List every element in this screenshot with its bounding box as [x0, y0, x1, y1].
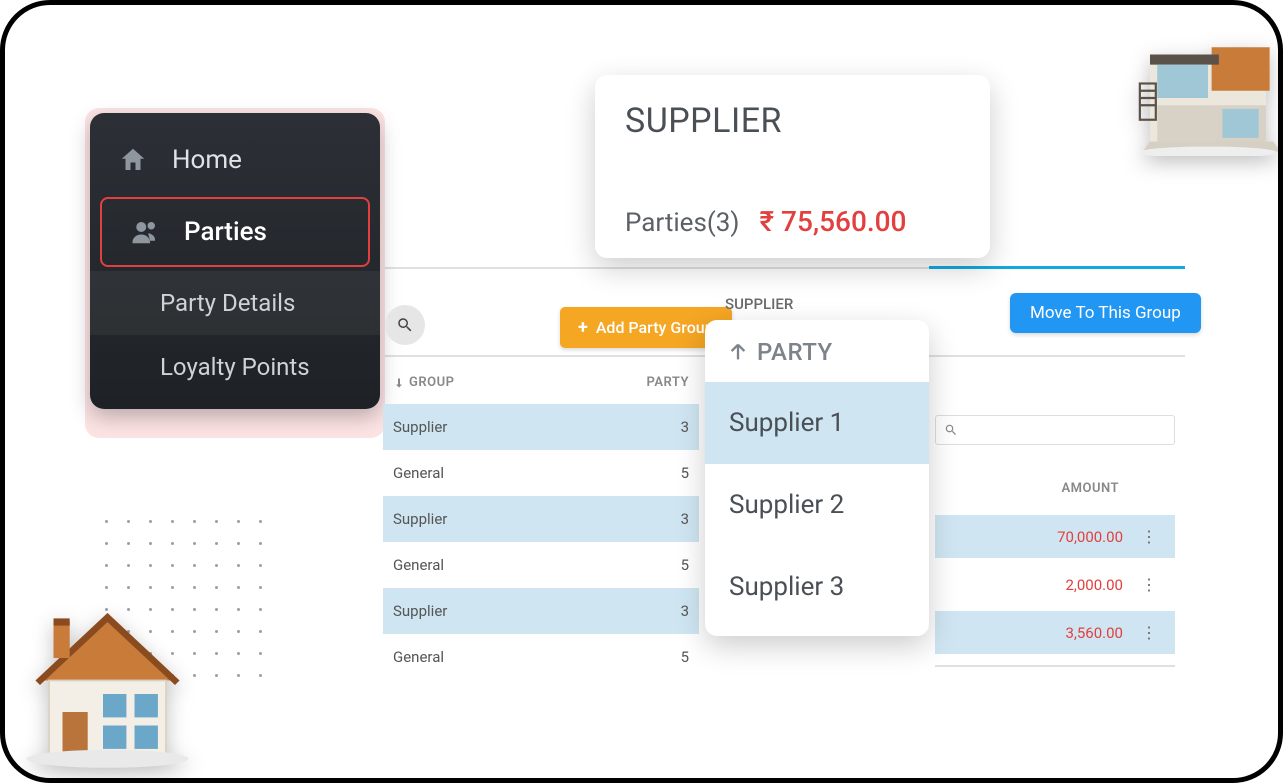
sidebar-sub-party-details[interactable]: Party Details [90, 271, 380, 335]
supplier-summary-card: SUPPLIER Parties(3) ₹ 75,560.00 [595, 75, 990, 258]
col-group[interactable]: GROUP [409, 375, 454, 390]
amount-value: 3,560.00 [1066, 624, 1124, 642]
kebab-icon[interactable]: ⋮ [1141, 623, 1157, 642]
home-icon [116, 143, 150, 177]
table-row[interactable]: Supplier3 [383, 588, 699, 634]
people-icon [128, 215, 162, 249]
party-popover-header[interactable]: PARTY [705, 338, 929, 382]
sidebar: Home Parties Party Details Loyalty Point… [90, 113, 380, 409]
col-amount[interactable]: AMOUNT [935, 481, 1175, 496]
table-row[interactable]: Supplier3 [383, 496, 699, 542]
sidebar-sub-label: Party Details [160, 289, 295, 317]
party-popover-item[interactable]: Supplier 3 [705, 546, 929, 628]
party-popover-title: PARTY [757, 338, 833, 366]
house-illustration [15, 595, 200, 775]
amount-row[interactable]: 3,560.00 ⋮ [935, 611, 1175, 654]
kebab-icon[interactable]: ⋮ [1141, 575, 1157, 594]
sort-up-icon [727, 341, 749, 363]
amount-value: 2,000.00 [1066, 576, 1124, 594]
table-row[interactable]: General5 [383, 542, 699, 588]
search-icon [396, 316, 414, 334]
sidebar-label-parties: Parties [184, 217, 267, 247]
supplier-total-amount: ₹ 75,560.00 [759, 205, 906, 238]
amount-value: 70,000.00 [1057, 528, 1123, 546]
sidebar-sub-loyalty-points[interactable]: Loyalty Points [90, 335, 380, 399]
sidebar-label-home: Home [172, 145, 242, 175]
sidebar-item-parties[interactable]: Parties [100, 197, 370, 267]
table-row[interactable]: General5 [383, 450, 699, 496]
group-heading: SUPPLIER [725, 295, 793, 313]
group-table-header: GROUP PARTY [383, 367, 699, 404]
supplier-parties-count: Parties(3) [625, 208, 739, 238]
table-row[interactable]: General5 [383, 634, 699, 680]
party-popover-item[interactable]: Supplier 1 [705, 382, 929, 464]
party-popover: PARTY Supplier 1 Supplier 2 Supplier 3 [705, 320, 929, 636]
party-popover-item[interactable]: Supplier 2 [705, 464, 929, 546]
search-button[interactable] [385, 305, 425, 345]
add-party-group-label: Add Party Group [596, 318, 714, 337]
move-to-group-label: Move To This Group [1030, 303, 1181, 323]
amount-row[interactable]: 2,000.00 ⋮ [935, 563, 1175, 606]
sidebar-sub-label: Loyalty Points [160, 353, 310, 381]
table-row[interactable]: Supplier3 [383, 404, 699, 450]
group-table: GROUP PARTY Supplier3 General5 Supplier3… [383, 367, 699, 680]
amount-row[interactable]: 70,000.00 ⋮ [935, 515, 1175, 558]
col-party[interactable]: PARTY [629, 375, 689, 390]
search-icon [944, 423, 958, 437]
move-to-group-button[interactable]: Move To This Group [1010, 293, 1201, 333]
plus-icon: + [578, 317, 588, 338]
kebab-icon[interactable]: ⋮ [1141, 527, 1157, 546]
party-search-input[interactable] [935, 415, 1175, 445]
modern-house-illustration [1133, 11, 1283, 156]
sidebar-item-home[interactable]: Home [90, 127, 380, 193]
supplier-card-title: SUPPLIER [625, 101, 960, 141]
sort-down-icon [393, 377, 405, 389]
